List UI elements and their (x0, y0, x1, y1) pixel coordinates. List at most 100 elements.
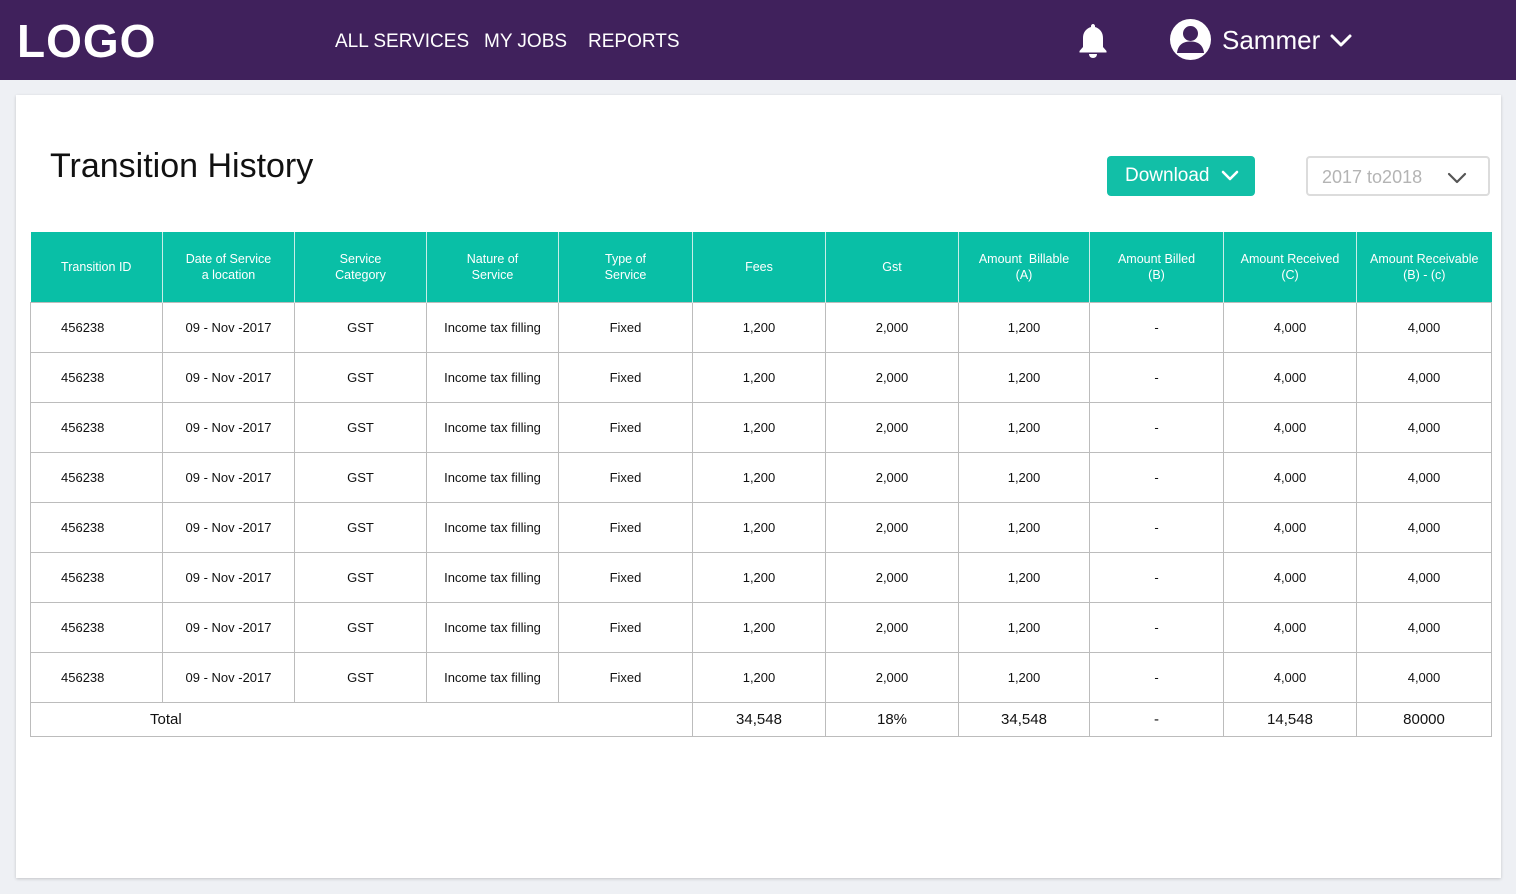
total-amount-billable: 34,548 (958, 701, 1090, 737)
amount-received-cell: 4,000 (1223, 651, 1357, 703)
total-amount-billed: - (1089, 701, 1224, 737)
fees-cell: 1,200 (692, 601, 826, 653)
transition-id-cell: 456238 (30, 601, 163, 653)
gst-cell: 2,000 (825, 501, 959, 553)
total-label: Total (30, 701, 693, 737)
table-body: 456238 09 - Nov -2017 GST Income tax fillin… (30, 301, 1492, 703)
gst-cell: 2,000 (825, 451, 959, 503)
type-of-service-cell: Fixed (558, 501, 693, 553)
date-cell: 09 - Nov -2017 (162, 351, 295, 403)
column-header: Service Category (294, 232, 427, 302)
page-title: Transition History (50, 147, 314, 185)
amount-receivable-cell: 4,000 (1356, 451, 1492, 503)
service-category-cell: GST (294, 651, 427, 703)
date-cell: 09 - Nov -2017 (162, 551, 295, 603)
fees-cell: 1,200 (692, 451, 826, 503)
amount-receivable-cell: 4,000 (1356, 401, 1492, 453)
nav-my-jobs[interactable]: MY JOBS (484, 30, 567, 54)
nature-of-service-cell: Income tax filling (426, 551, 559, 603)
date-cell: 09 - Nov -2017 (162, 651, 295, 703)
amount-billed-cell: - (1089, 501, 1224, 553)
column-header: Amount Received (C) (1223, 232, 1357, 302)
amount-receivable-cell: 4,000 (1356, 651, 1492, 703)
year-range-value: 2017 to2018 (1322, 167, 1423, 187)
service-category-cell: GST (294, 451, 427, 503)
column-header: Gst (825, 232, 959, 302)
amount-billable-cell: 1,200 (958, 451, 1090, 503)
amount-billed-cell: - (1089, 651, 1224, 703)
year-range-select[interactable]: 2017 to2018 (1306, 156, 1490, 196)
nature-of-service-cell: Income tax filling (426, 651, 559, 703)
transition-id-cell: 456238 (30, 501, 163, 553)
amount-billed-cell: - (1089, 401, 1224, 453)
nature-of-service-cell: Income tax filling (426, 451, 559, 503)
fees-cell: 1,200 (692, 501, 826, 553)
amount-billable-cell: 1,200 (958, 301, 1090, 353)
amount-billable-cell: 1,200 (958, 651, 1090, 703)
column-header: Transition ID (30, 232, 163, 302)
type-of-service-cell: Fixed (558, 401, 693, 453)
service-category-cell: GST (294, 551, 427, 603)
nav-reports[interactable]: REPORTS (588, 30, 680, 54)
amount-received-cell: 4,000 (1223, 601, 1357, 653)
date-cell: 09 - Nov -2017 (162, 501, 295, 553)
column-header: Fees (692, 232, 826, 302)
user-name[interactable]: Sammer (1222, 25, 1320, 55)
amount-received-cell: 4,000 (1223, 401, 1357, 453)
type-of-service-cell: Fixed (558, 601, 693, 653)
download-button[interactable]: Download (1107, 156, 1255, 196)
table-row[interactable]: 456238 09 - Nov -2017 GST Income tax fillin… (30, 601, 1492, 653)
amount-receivable-cell: 4,000 (1356, 351, 1492, 403)
transition-id-cell: 456238 (30, 451, 163, 503)
gst-cell: 2,000 (825, 401, 959, 453)
chevron-down-icon (1447, 172, 1467, 184)
chevron-down-icon[interactable] (1329, 33, 1353, 49)
amount-billable-cell: 1,200 (958, 401, 1090, 453)
total-amount-received: 14,548 (1223, 701, 1357, 737)
date-cell: 09 - Nov -2017 (162, 451, 295, 503)
nav-all-services[interactable]: ALL SERVICES (335, 30, 469, 54)
column-header: Date of Service a location (162, 232, 295, 302)
table-row[interactable]: 456238 09 - Nov -2017 GST Income tax fillin… (30, 451, 1492, 503)
date-cell: 09 - Nov -2017 (162, 601, 295, 653)
table-row[interactable]: 456238 09 - Nov -2017 GST Income tax fillin… (30, 501, 1492, 553)
amount-billed-cell: - (1089, 351, 1224, 403)
amount-billable-cell: 1,200 (958, 551, 1090, 603)
table-row[interactable]: 456238 09 - Nov -2017 GST Income tax fillin… (30, 651, 1492, 703)
amount-received-cell: 4,000 (1223, 301, 1357, 353)
top-navbar: LOGO ALL SERVICES MY JOBS REPORTS Sammer (0, 0, 1516, 80)
transition-id-cell: 456238 (30, 401, 163, 453)
table-row[interactable]: 456238 09 - Nov -2017 GST Income tax fillin… (30, 301, 1492, 353)
amount-received-cell: 4,000 (1223, 551, 1357, 603)
gst-cell: 2,000 (825, 601, 959, 653)
nature-of-service-cell: Income tax filling (426, 501, 559, 553)
amount-billed-cell: - (1089, 551, 1224, 603)
gst-cell: 2,000 (825, 351, 959, 403)
transition-id-cell: 456238 (30, 551, 163, 603)
table-row[interactable]: 456238 09 - Nov -2017 GST Income tax fillin… (30, 401, 1492, 453)
chevron-down-icon (1221, 170, 1239, 181)
amount-billed-cell: - (1089, 601, 1224, 653)
service-category-cell: GST (294, 601, 427, 653)
amount-receivable-cell: 4,000 (1356, 301, 1492, 353)
logo[interactable]: LOGO (17, 16, 156, 66)
table-row[interactable]: 456238 09 - Nov -2017 GST Income tax fillin… (30, 551, 1492, 603)
nature-of-service-cell: Income tax filling (426, 301, 559, 353)
total-fees: 34,548 (692, 701, 826, 737)
table-row[interactable]: 456238 09 - Nov -2017 GST Income tax fillin… (30, 351, 1492, 403)
column-header: Amount Receivable (B) - (c) (1356, 232, 1492, 302)
transition-history-table: Transition ID Date of Service a location … (30, 232, 1492, 737)
amount-receivable-cell: 4,000 (1356, 601, 1492, 653)
gst-cell: 2,000 (825, 301, 959, 353)
user-avatar-icon[interactable] (1170, 19, 1211, 60)
column-header: Amount Billed (B) (1089, 232, 1224, 302)
type-of-service-cell: Fixed (558, 451, 693, 503)
amount-billable-cell: 1,200 (958, 601, 1090, 653)
service-category-cell: GST (294, 301, 427, 353)
fees-cell: 1,200 (692, 651, 826, 703)
column-header: Nature of Service (426, 232, 559, 302)
amount-received-cell: 4,000 (1223, 451, 1357, 503)
nature-of-service-cell: Income tax filling (426, 601, 559, 653)
bell-icon[interactable] (1077, 21, 1109, 59)
type-of-service-cell: Fixed (558, 551, 693, 603)
